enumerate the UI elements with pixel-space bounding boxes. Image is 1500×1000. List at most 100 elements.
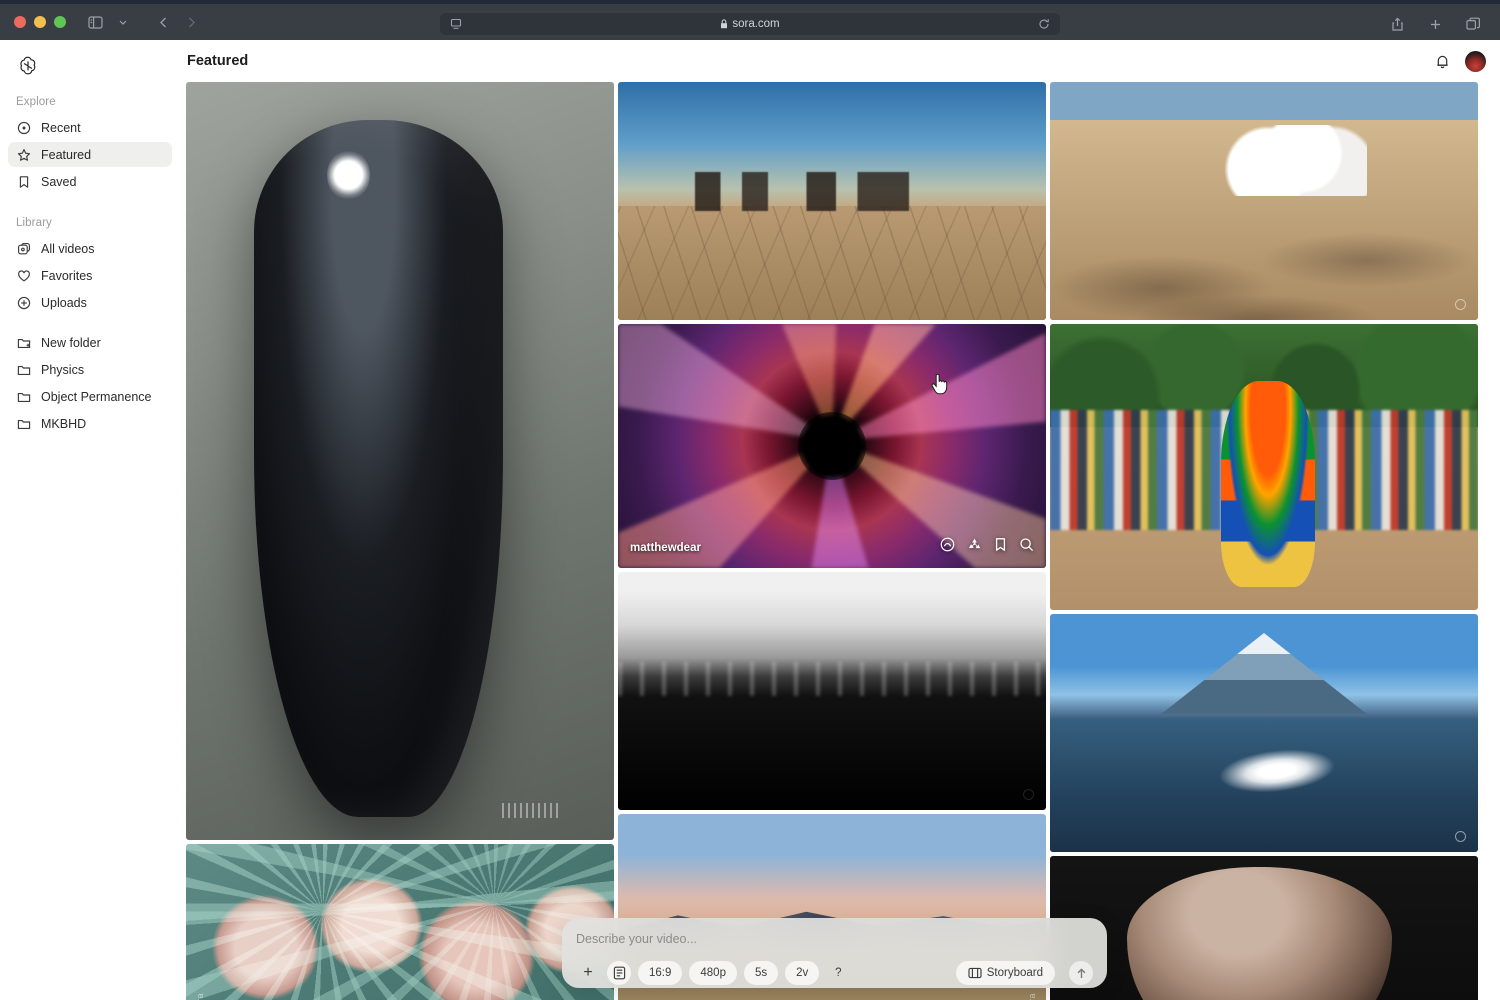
page-title: Featured xyxy=(187,53,249,69)
tab-overview-icon[interactable] xyxy=(1460,11,1486,37)
sidebar-item-favorites[interactable]: Favorites xyxy=(8,263,172,288)
tile-artwork-detail xyxy=(1221,381,1316,588)
bookmark-icon[interactable] xyxy=(994,537,1007,557)
help-button[interactable]: ? xyxy=(826,961,850,985)
share-icon[interactable] xyxy=(1384,11,1410,37)
sidebar-item-label: Object Permanence xyxy=(41,389,152,404)
folder-icon xyxy=(16,362,31,377)
star-icon xyxy=(16,147,31,162)
sidebar: Explore Recent Featured Saved Library Al… xyxy=(0,40,180,1000)
avatar[interactable] xyxy=(1465,50,1486,72)
reader-view-icon[interactable] xyxy=(448,16,464,32)
tile-artwork xyxy=(1050,614,1478,852)
tile-artwork xyxy=(186,82,614,840)
tile-dunes[interactable] xyxy=(1050,82,1478,320)
openai-logo-icon[interactable] xyxy=(16,54,42,80)
folder-icon xyxy=(16,416,31,431)
tile-author-name[interactable]: matthewdear xyxy=(630,542,701,554)
prompt-input[interactable] xyxy=(576,932,1093,946)
tile-portrait[interactable] xyxy=(1050,856,1478,1000)
sidebar-item-label: Favorites xyxy=(41,268,93,283)
sora-app: Explore Recent Featured Saved Library Al… xyxy=(0,40,1500,1000)
storyboard-button[interactable]: Storyboard xyxy=(955,961,1055,985)
app-header: Featured xyxy=(180,40,1500,82)
sidebar-item-object-permanence[interactable]: Object Permanence xyxy=(8,384,172,409)
tile-fuji[interactable] xyxy=(1050,614,1478,852)
tile-artwork xyxy=(618,572,1046,810)
sidebar-item-saved[interactable]: Saved xyxy=(8,169,172,194)
upload-icon xyxy=(16,295,31,310)
submit-prompt-button[interactable] xyxy=(1069,961,1093,985)
url-host: sora.com xyxy=(732,18,780,30)
maximize-window-button[interactable] xyxy=(54,16,66,28)
variations-selector[interactable]: 2v xyxy=(785,961,820,985)
folder-icon xyxy=(16,389,31,404)
sidebar-item-label: Saved xyxy=(41,174,77,189)
tile-artwork xyxy=(618,324,1046,568)
recycle-icon[interactable] xyxy=(967,537,982,557)
sidebar-item-featured[interactable]: Featured xyxy=(8,142,172,167)
tile-plasma[interactable]: matthewdear xyxy=(618,324,1046,568)
video-grid: Sora matthewdear xyxy=(186,82,1478,1000)
folder-plus-icon xyxy=(16,335,31,350)
prompt-toolbar: + 16:9 480p 5s 2v ? Storyboard xyxy=(576,961,1093,985)
sidebar-item-recent[interactable]: Recent xyxy=(8,115,172,140)
prompt-composer[interactable]: + 16:9 480p 5s 2v ? Storyboard xyxy=(562,918,1107,988)
sidebar-item-label: Recent xyxy=(41,120,81,135)
chevron-down-icon[interactable] xyxy=(110,9,136,35)
resolution-selector[interactable]: 480p xyxy=(689,961,737,985)
video-stack-icon xyxy=(16,241,31,256)
window-traffic-lights[interactable] xyxy=(14,16,66,28)
sidebar-item-label: Physics xyxy=(41,362,85,377)
sidebar-item-label: All videos xyxy=(41,241,95,256)
sora-watermark: Sora xyxy=(1027,993,1037,1000)
add-attachment-button[interactable]: + xyxy=(576,961,600,985)
reload-icon[interactable] xyxy=(1036,16,1052,32)
tile-mono-sea[interactable] xyxy=(618,572,1046,810)
video-scrubber[interactable] xyxy=(502,803,558,818)
tile-action-bar[interactable] xyxy=(940,537,1034,557)
sidebar-item-label: New folder xyxy=(41,335,101,350)
tile-artwork xyxy=(1050,856,1478,1000)
sidebar-item-mkbhd[interactable]: MKBHD xyxy=(8,411,172,436)
sidebar-item-new-folder[interactable]: New folder xyxy=(8,330,172,355)
sidebar-section-library-label: Library xyxy=(16,217,52,229)
aspect-ratio-selector[interactable]: 16:9 xyxy=(638,961,683,985)
remix-icon[interactable] xyxy=(940,537,955,557)
tile-robot[interactable] xyxy=(186,82,614,840)
clock-play-icon xyxy=(16,120,31,135)
address-bar[interactable]: sora.com xyxy=(440,13,1060,35)
sidebar-item-label: Featured xyxy=(41,147,92,162)
preset-card-icon[interactable] xyxy=(607,961,631,985)
search-icon[interactable] xyxy=(1019,537,1034,557)
storyboard-label: Storyboard xyxy=(986,967,1043,979)
sidebar-item-label: MKBHD xyxy=(41,416,87,431)
browser-chrome: sora.com xyxy=(0,0,1500,40)
sidebar-item-uploads[interactable]: Uploads xyxy=(8,290,172,315)
back-arrow-icon[interactable] xyxy=(150,9,176,35)
tile-artwork xyxy=(618,82,1046,320)
new-tab-plus-icon[interactable] xyxy=(1422,11,1448,37)
tile-carnival[interactable] xyxy=(1050,324,1478,610)
lock-icon xyxy=(721,19,728,29)
duration-selector[interactable]: 5s xyxy=(743,961,779,985)
storyboard-icon xyxy=(968,967,982,979)
url-text: sora.com xyxy=(464,18,1036,30)
sidebar-item-all-videos[interactable]: All videos xyxy=(8,236,172,261)
sora-corner-mark xyxy=(1455,831,1466,842)
bell-icon[interactable] xyxy=(1434,53,1451,70)
tile-artwork xyxy=(186,844,614,1000)
tile-desert[interactable] xyxy=(618,82,1046,320)
tile-shells[interactable]: Sora xyxy=(186,844,614,1000)
sora-watermark: Sora xyxy=(195,993,205,1000)
bookmark-icon xyxy=(16,174,31,189)
forward-arrow-icon[interactable] xyxy=(178,9,204,35)
tile-artwork xyxy=(1050,82,1478,320)
sidebar-section-explore-label: Explore xyxy=(16,96,56,108)
heart-icon xyxy=(16,268,31,283)
sidebar-toggle-icon[interactable] xyxy=(82,9,108,35)
close-window-button[interactable] xyxy=(14,16,26,28)
sidebar-item-physics[interactable]: Physics xyxy=(8,357,172,382)
minimize-window-button[interactable] xyxy=(34,16,46,28)
sora-corner-mark xyxy=(1455,299,1466,310)
